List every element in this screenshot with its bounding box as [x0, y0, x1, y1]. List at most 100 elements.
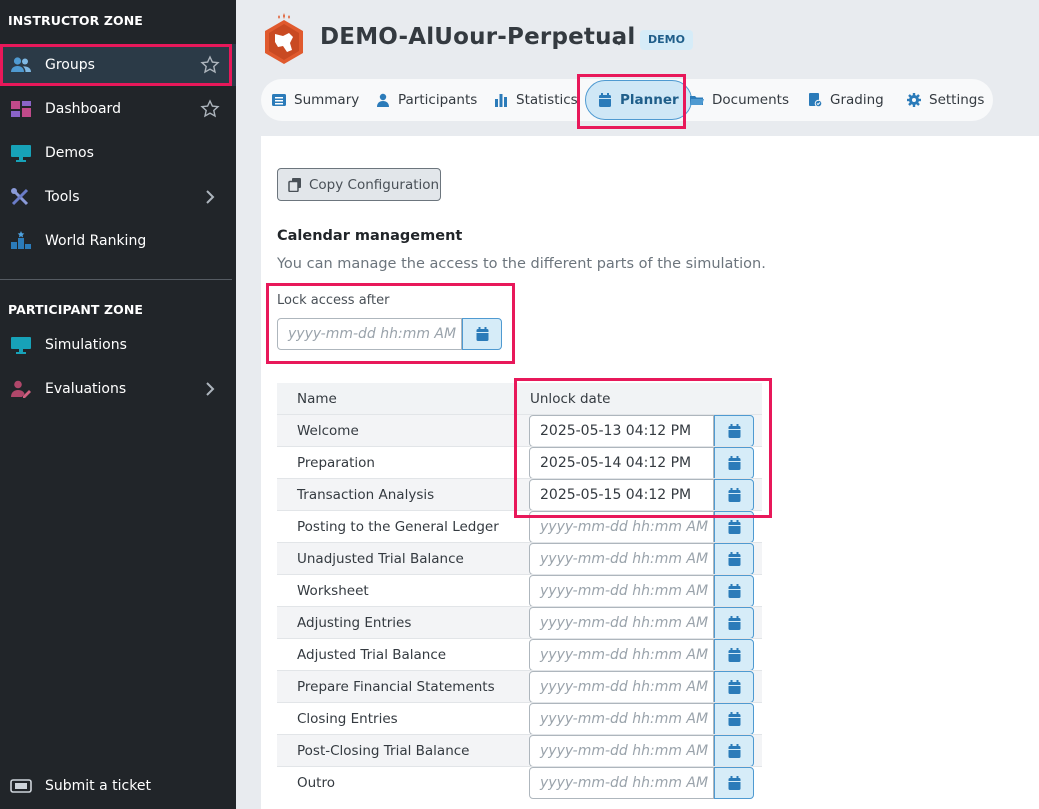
tab-summary[interactable]: Summary — [272, 79, 359, 121]
ticket-icon — [10, 776, 32, 796]
unlock-date-calendar-button[interactable] — [714, 575, 754, 607]
unlock-date-calendar-button[interactable] — [714, 735, 754, 767]
calendar-icon — [728, 648, 740, 662]
demo-badge: DEMO — [640, 30, 693, 50]
logo — [259, 12, 309, 66]
calendar-icon — [728, 616, 740, 630]
calendar-icon — [728, 456, 740, 470]
sidebar-item-dashboard[interactable]: Dashboard — [0, 88, 236, 130]
sidebar-divider — [0, 279, 232, 280]
sidebar-item-submit-ticket[interactable]: Submit a ticket — [0, 765, 236, 807]
sidebar-item-groups[interactable]: Groups — [0, 44, 236, 86]
copy-icon — [288, 177, 301, 192]
calendar-icon — [728, 424, 740, 438]
tab-label: Documents — [712, 92, 789, 108]
sidebar-item-simulations[interactable]: Simulations — [0, 324, 236, 366]
bar-chart-icon — [495, 94, 507, 107]
list-icon — [272, 94, 286, 106]
calendar-icon — [728, 776, 740, 790]
unlock-date-calendar-button[interactable] — [714, 639, 754, 671]
row-name: Closing Entries — [297, 711, 398, 727]
gear-icon — [907, 93, 921, 107]
calendar-management-title: Calendar management — [277, 228, 463, 244]
page-title: DEMO-AlUour-Perpetual — [320, 24, 636, 50]
unlock-date-calendar-button[interactable] — [714, 543, 754, 575]
tab-label: Participants — [398, 92, 478, 108]
star-icon[interactable] — [200, 55, 220, 75]
calendar-icon — [728, 680, 740, 694]
sidebar-item-label: Tools — [45, 189, 80, 205]
unlock-date-calendar-button[interactable] — [714, 671, 754, 703]
star-icon[interactable] — [200, 99, 220, 119]
monitor-icon — [10, 335, 32, 355]
tab-bar: Summary Participants Statistics Planner … — [261, 79, 993, 121]
sidebar-item-demos[interactable]: Demos — [0, 132, 236, 174]
unlock-date-calendar-button[interactable] — [714, 607, 754, 639]
unlock-date-input[interactable]: yyyy-mm-dd hh:mm AM — [529, 639, 714, 671]
unlock-date-calendar-button[interactable] — [714, 703, 754, 735]
sidebar-item-label: Simulations — [45, 337, 127, 353]
unlock-date-input[interactable]: yyyy-mm-dd hh:mm AM — [529, 703, 714, 735]
unlock-date-input[interactable]: yyyy-mm-dd hh:mm AM — [529, 543, 714, 575]
unlock-date-input[interactable]: yyyy-mm-dd hh:mm AM — [529, 511, 714, 543]
evaluation-icon — [10, 379, 32, 399]
column-header-unlock-date: Unlock date — [530, 391, 611, 407]
lock-access-calendar-button[interactable] — [462, 318, 502, 350]
copy-configuration-button[interactable]: Copy Configuration — [277, 168, 441, 201]
tab-grading[interactable]: Grading — [808, 79, 884, 121]
calendar-icon — [476, 327, 488, 341]
sidebar-item-label: Demos — [45, 145, 94, 161]
lock-access-date-input[interactable]: yyyy-mm-dd hh:mm AM — [277, 318, 462, 350]
chevron-right-icon — [200, 379, 220, 399]
row-name: Adjusted Trial Balance — [297, 647, 447, 663]
unlock-date-input[interactable]: 2025-05-14 04:12 PM — [529, 447, 714, 479]
sidebar-item-evaluations[interactable]: Evaluations — [0, 368, 236, 410]
unlock-date-input[interactable]: yyyy-mm-dd hh:mm AM — [529, 767, 714, 799]
unlock-date-input[interactable]: yyyy-mm-dd hh:mm AM — [529, 575, 714, 607]
calendar-icon — [728, 520, 740, 534]
tab-documents[interactable]: Documents — [690, 79, 789, 121]
folder-icon — [690, 96, 704, 105]
unlock-date-calendar-button[interactable] — [714, 511, 754, 543]
tab-statistics[interactable]: Statistics — [494, 79, 578, 121]
tools-icon — [10, 187, 32, 207]
row-name: Transaction Analysis — [297, 487, 435, 503]
sidebar: INSTRUCTOR ZONE Groups Dashboard Demos T… — [0, 0, 236, 809]
unlock-date-input[interactable]: 2025-05-15 04:12 PM — [529, 479, 714, 511]
sidebar-item-world-ranking[interactable]: World Ranking — [0, 220, 236, 262]
grading-icon — [809, 93, 822, 107]
unlock-date-calendar-button[interactable] — [714, 415, 754, 447]
calendar-management-description: You can manage the access to the differe… — [277, 256, 766, 272]
chevron-down-icon[interactable] — [612, 33, 626, 46]
user-icon — [377, 93, 389, 107]
dashboard-icon — [10, 99, 32, 119]
instructor-zone-title: INSTRUCTOR ZONE — [8, 13, 143, 28]
ranking-icon — [10, 231, 32, 251]
calendar-icon — [599, 93, 611, 107]
row-name: Worksheet — [297, 583, 369, 599]
row-name: Outro — [297, 775, 335, 791]
unlock-date-calendar-button[interactable] — [714, 767, 754, 799]
unlock-date-input[interactable]: yyyy-mm-dd hh:mm AM — [529, 607, 714, 639]
row-name: Posting to the General Ledger — [297, 519, 499, 535]
monitor-icon — [10, 143, 32, 163]
chevron-right-icon — [200, 187, 220, 207]
table-header: Name Unlock date — [277, 383, 762, 414]
unlock-date-input[interactable]: 2025-05-13 04:12 PM — [529, 415, 714, 447]
row-name: Post-Closing Trial Balance — [297, 743, 470, 759]
tab-settings[interactable]: Settings — [907, 79, 984, 121]
lock-access-label: Lock access after — [277, 293, 390, 308]
tab-participants[interactable]: Participants — [376, 79, 477, 121]
calendar-icon — [728, 488, 740, 502]
column-header-name: Name — [297, 391, 337, 407]
unlock-date-input[interactable]: yyyy-mm-dd hh:mm AM — [529, 735, 714, 767]
unlock-date-calendar-button[interactable] — [714, 479, 754, 511]
sidebar-item-tools[interactable]: Tools — [0, 176, 236, 218]
row-name: Unadjusted Trial Balance — [297, 551, 464, 567]
participant-zone-title: PARTICIPANT ZONE — [8, 302, 144, 317]
calendar-icon — [728, 744, 740, 758]
unlock-date-calendar-button[interactable] — [714, 447, 754, 479]
tab-planner[interactable]: Planner — [585, 80, 692, 120]
sidebar-item-label: Evaluations — [45, 381, 127, 397]
unlock-date-input[interactable]: yyyy-mm-dd hh:mm AM — [529, 671, 714, 703]
